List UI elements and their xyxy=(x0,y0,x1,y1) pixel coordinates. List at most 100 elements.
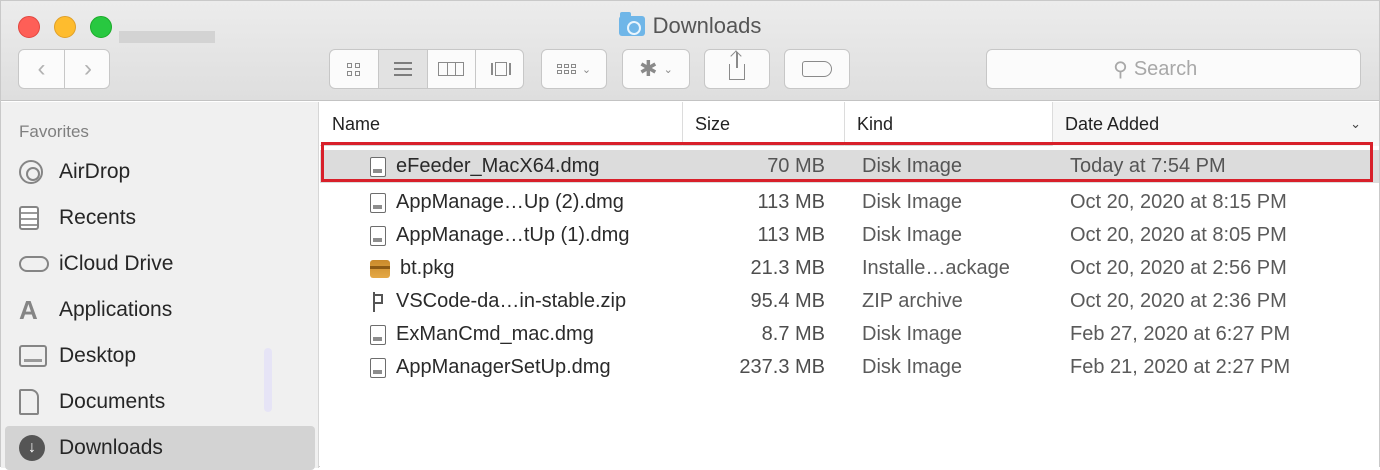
downloads-icon: ↓ xyxy=(19,435,45,461)
window-title-text: Downloads xyxy=(652,13,762,38)
window-title: Downloads xyxy=(1,12,1379,39)
file-kind: Installe…ackage xyxy=(862,257,1010,279)
documents-icon xyxy=(19,389,39,415)
file-size: 113 MB xyxy=(757,191,825,213)
column-view-icon xyxy=(438,62,465,76)
disk-image-icon xyxy=(370,192,386,213)
group-by-button[interactable]: ⌄ xyxy=(541,49,607,89)
sidebar-item-label: Recents xyxy=(59,206,137,229)
sidebar-item-applications[interactable]: A Applications xyxy=(5,288,315,332)
sidebar-item-label: Applications xyxy=(59,298,173,321)
folder-icon xyxy=(618,12,645,36)
disk-image-icon xyxy=(370,357,386,378)
tags-button[interactable] xyxy=(784,49,850,89)
share-button[interactable] xyxy=(704,49,770,89)
chevron-down-icon: ⌄ xyxy=(581,63,592,76)
file-name: AppManagerSetUp.dmg xyxy=(396,356,611,378)
chevron-down-icon: ⌄ xyxy=(1350,116,1361,131)
file-list: Name Size Kind Date Added ⌄ eFeeder_MacX… xyxy=(320,102,1379,468)
file-row[interactable]: VSCode-da…in-stable.zip 95.4 MB ZIP arch… xyxy=(320,285,1379,318)
gallery-view-button[interactable] xyxy=(476,50,525,88)
icon-view-button[interactable] xyxy=(330,50,379,88)
column-header-name[interactable]: Name xyxy=(320,102,682,146)
file-date-added: Oct 20, 2020 at 2:36 PM xyxy=(1070,290,1287,312)
sidebar-scrollbar[interactable] xyxy=(264,348,272,412)
sidebar-item-label: Downloads xyxy=(59,436,163,459)
file-name: ExManCmd_mac.dmg xyxy=(396,323,594,345)
column-header-kind[interactable]: Kind xyxy=(844,102,1052,146)
sidebar-item-label: iCloud Drive xyxy=(59,252,174,275)
sidebar-item-label: AirDrop xyxy=(59,160,131,183)
list-view-button[interactable] xyxy=(378,50,428,88)
applications-icon: A xyxy=(19,294,38,325)
zip-archive-icon xyxy=(370,291,386,312)
back-button[interactable]: ‹ xyxy=(19,50,65,88)
chevron-down-icon: ⌄ xyxy=(663,63,673,76)
file-kind: Disk Image xyxy=(862,224,963,246)
forward-button[interactable]: › xyxy=(65,50,111,88)
file-kind: Disk Image xyxy=(862,356,963,378)
file-size: 113 MB xyxy=(757,224,825,246)
back-forward-control: ‹ › xyxy=(18,49,110,89)
file-name: bt.pkg xyxy=(400,257,455,279)
file-row[interactable]: bt.pkg 21.3 MB Installe…ackage Oct 20, 2… xyxy=(320,252,1379,285)
gallery-view-icon xyxy=(490,62,511,76)
file-name: VSCode-da…in-stable.zip xyxy=(396,290,627,312)
column-header-size[interactable]: Size xyxy=(682,102,844,146)
sidebar-item-recents[interactable]: Recents xyxy=(5,196,315,240)
file-date-added: Oct 20, 2020 at 8:15 PM xyxy=(1070,191,1287,213)
tag-icon xyxy=(802,61,832,77)
sidebar-item-downloads[interactable]: ↓ Downloads xyxy=(5,426,315,470)
file-row[interactable]: AppManagerSetUp.dmg 237.3 MB Disk Image … xyxy=(320,351,1379,384)
desktop-icon xyxy=(19,345,47,367)
file-size: 21.3 MB xyxy=(750,257,825,279)
disk-image-icon xyxy=(370,324,386,345)
column-header-date-added[interactable]: Date Added ⌄ xyxy=(1052,102,1379,146)
file-kind: Disk Image xyxy=(862,191,963,213)
sidebar-item-label: Desktop xyxy=(59,344,137,367)
toolbar: Downloads ‹ › ⌄ ✱ ⌄ ⚲ Search xyxy=(1,1,1379,101)
gear-icon: ✱ xyxy=(639,56,658,81)
column-view-button[interactable] xyxy=(428,50,477,88)
disk-image-icon xyxy=(370,156,386,177)
airdrop-icon xyxy=(19,160,43,184)
chevron-right-icon: › xyxy=(84,55,92,82)
file-kind: Disk Image xyxy=(862,323,963,345)
icloud-drive-icon xyxy=(19,256,49,272)
sidebar-section-favorites: Favorites xyxy=(19,122,89,141)
sidebar-item-label: Documents xyxy=(59,390,166,413)
file-row[interactable]: ExManCmd_mac.dmg 8.7 MB Disk Image Feb 2… xyxy=(320,318,1379,351)
file-size: 237.3 MB xyxy=(739,356,825,378)
list-view-icon xyxy=(393,62,412,76)
file-kind: Disk Image xyxy=(862,155,963,177)
view-mode-control xyxy=(329,49,524,89)
action-menu-button[interactable]: ✱ ⌄ xyxy=(622,49,690,89)
recents-icon xyxy=(19,206,39,230)
icon-view-icon xyxy=(347,62,361,76)
file-date-added: Oct 20, 2020 at 2:56 PM xyxy=(1070,257,1287,279)
sidebar-item-airdrop[interactable]: AirDrop xyxy=(5,150,315,194)
file-date-added: Today at 7:54 PM xyxy=(1070,155,1226,177)
share-icon xyxy=(729,52,745,80)
sidebar-item-icloud-drive[interactable]: iCloud Drive xyxy=(5,242,315,286)
file-size: 95.4 MB xyxy=(750,290,825,312)
chevron-left-icon: ‹ xyxy=(37,55,46,82)
file-date-added: Feb 21, 2020 at 2:27 PM xyxy=(1070,356,1291,378)
search-icon: ⚲ xyxy=(1113,58,1128,81)
file-row[interactable]: AppManage…Up (2).dmg 113 MB Disk Image O… xyxy=(320,186,1379,219)
file-kind: ZIP archive xyxy=(862,290,963,312)
file-size: 70 MB xyxy=(767,155,825,177)
file-name: AppManage…Up (2).dmg xyxy=(396,191,624,213)
file-date-added: Feb 27, 2020 at 6:27 PM xyxy=(1070,323,1291,345)
column-header-row: Name Size Kind Date Added ⌄ xyxy=(320,102,1379,146)
file-size: 8.7 MB xyxy=(761,323,825,345)
file-row[interactable]: AppManage…tUp (1).dmg 113 MB Disk Image … xyxy=(320,219,1379,252)
search-input[interactable] xyxy=(1133,57,1234,81)
search-field[interactable]: ⚲ xyxy=(986,49,1361,89)
file-date-added: Oct 20, 2020 at 8:05 PM xyxy=(1070,224,1287,246)
finder-window: Downloads ‹ › ⌄ ✱ ⌄ ⚲ Search Favorites A… xyxy=(0,0,1380,470)
disk-image-icon xyxy=(370,225,386,246)
package-icon xyxy=(370,259,390,278)
file-row[interactable]: eFeeder_MacX64.dmg 70 MB Disk Image Toda… xyxy=(320,150,1379,183)
file-name: AppManage…tUp (1).dmg xyxy=(396,224,630,246)
